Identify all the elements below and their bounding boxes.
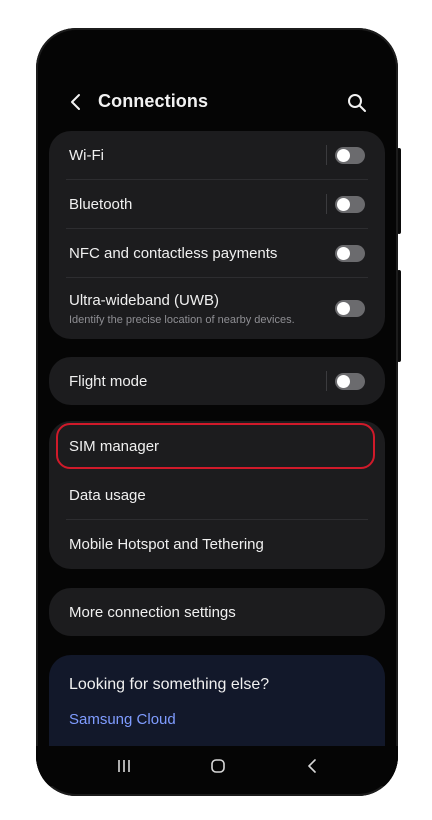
divider-vertical xyxy=(326,194,327,214)
samsung-cloud-link[interactable]: Samsung Cloud xyxy=(69,711,176,728)
nav-back-icon[interactable] xyxy=(298,754,326,778)
flight-mode-card: Flight mode xyxy=(49,357,385,405)
uwb-toggle[interactable] xyxy=(335,300,365,317)
home-icon[interactable] xyxy=(204,754,232,778)
phone-screen: Connections Wi-Fi Bluetooth NFC and cont… xyxy=(36,28,398,796)
flight-mode-toggle[interactable] xyxy=(335,373,365,390)
wifi-label: Wi-Fi xyxy=(69,147,104,164)
page-title: Connections xyxy=(98,91,209,111)
list-item-bluetooth[interactable]: Bluetooth xyxy=(49,180,385,228)
more-settings-label: More connection settings xyxy=(69,604,236,621)
list-item-flight-mode[interactable]: Flight mode xyxy=(49,357,385,405)
list-item-data-usage[interactable]: Data usage xyxy=(49,471,385,519)
search-icon[interactable] xyxy=(346,92,368,114)
sim-data-card: SIM manager Data usage Mobile Hotspot an… xyxy=(49,421,385,569)
list-item-nfc[interactable]: NFC and contactless payments xyxy=(49,229,385,277)
highlight-outline xyxy=(56,423,375,469)
uwb-subtitle: Identify the precise location of nearby … xyxy=(69,314,295,326)
hotspot-label: Mobile Hotspot and Tethering xyxy=(69,536,264,553)
bluetooth-label: Bluetooth xyxy=(69,196,133,213)
recents-icon[interactable] xyxy=(110,754,138,778)
nfc-label: NFC and contactless payments xyxy=(69,245,278,262)
list-item-more-settings[interactable]: More connection settings xyxy=(49,588,385,636)
nfc-toggle[interactable] xyxy=(335,245,365,262)
flight-mode-label: Flight mode xyxy=(69,373,148,390)
list-item-hotspot[interactable]: Mobile Hotspot and Tethering xyxy=(49,520,385,568)
navigation-bar xyxy=(36,746,398,786)
chevron-left-icon[interactable] xyxy=(66,92,86,112)
list-item-wifi[interactable]: Wi-Fi xyxy=(49,131,385,179)
divider-vertical xyxy=(326,371,327,391)
wifi-toggle[interactable] xyxy=(335,147,365,164)
list-item-sim-manager[interactable]: SIM manager xyxy=(49,421,385,470)
data-usage-label: Data usage xyxy=(69,487,146,504)
app-header: Connections xyxy=(36,88,398,120)
connectivity-card: Wi-Fi Bluetooth NFC and contactless paym… xyxy=(49,131,385,339)
bluetooth-toggle[interactable] xyxy=(335,196,365,213)
divider-vertical xyxy=(326,145,327,165)
list-item-uwb[interactable]: Ultra-wideband (UWB) Identify the precis… xyxy=(49,278,385,339)
help-title: Looking for something else? xyxy=(69,676,270,693)
uwb-label: Ultra-wideband (UWB) xyxy=(69,292,220,309)
more-settings-card: More connection settings xyxy=(49,588,385,636)
